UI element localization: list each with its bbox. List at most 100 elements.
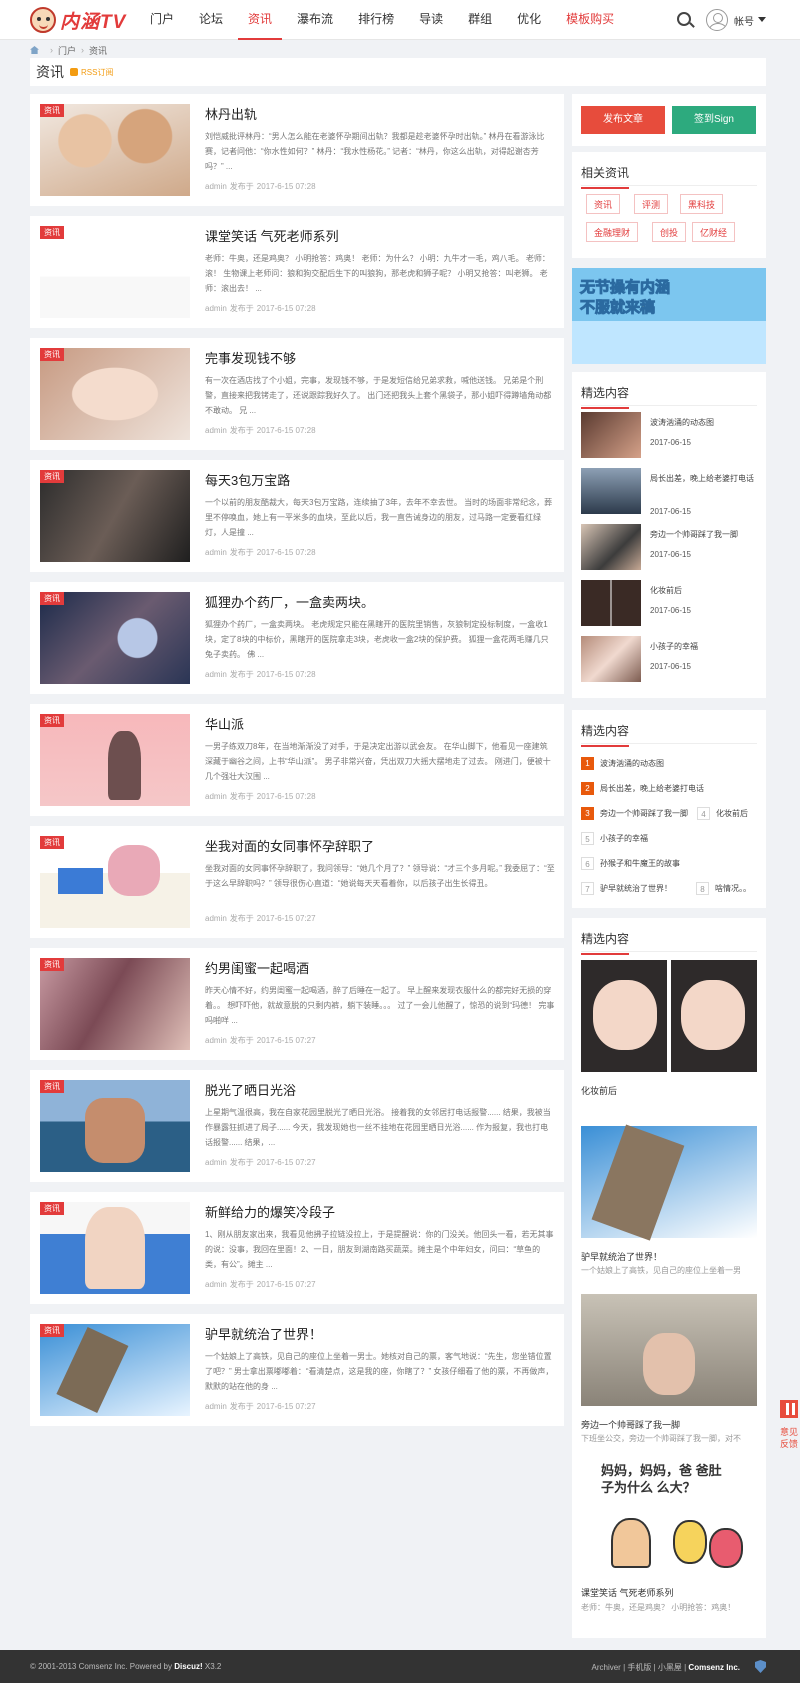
article-card[interactable]: 资讯 华山派 一男子练双刀8年，在当地渐渐没了对手，于是决定出游以武会友。 在华… [30, 704, 564, 816]
article-card[interactable]: 资讯 林丹出轨 刘恺威批评林丹：“男人怎么能在老婆怀孕期间出轨？我都是趁老婆怀孕… [30, 94, 564, 206]
pic-caption[interactable]: 驴早就统治了世界！ [581, 1250, 662, 1263]
article-thumbnail[interactable]: 资讯 [40, 1080, 190, 1172]
rank-item[interactable]: 啥情况。。 [715, 882, 751, 895]
post-article-button[interactable]: 发布文章 [581, 106, 665, 134]
pic-image[interactable] [581, 1126, 757, 1238]
company-link[interactable]: Comsenz Inc. [688, 1663, 740, 1672]
article-author[interactable]: admin [205, 426, 227, 435]
category-tag[interactable]: 资讯 [40, 1324, 64, 1337]
article-title[interactable]: 约男闺蜜一起喝酒 [205, 958, 309, 977]
article-thumbnail[interactable]: 资讯 [40, 1324, 190, 1416]
pick-title[interactable]: 化妆前后 [650, 584, 760, 597]
nav-waterfall[interactable]: 瀑布流 [287, 0, 343, 40]
article-card[interactable]: 资讯 课堂笑话 气死老师系列 老师：牛奥，还是鸡奥？ 小明抢答：鸡奥！ 老师：为… [30, 216, 564, 328]
article-title[interactable]: 驴早就统治了世界！ [205, 1324, 322, 1343]
article-thumbnail[interactable]: 资讯 [40, 104, 190, 196]
article-thumbnail[interactable]: 资讯 [40, 470, 190, 562]
rank-item[interactable]: 驴早就统治了世界！ [600, 882, 672, 895]
category-tag[interactable]: 资讯 [40, 104, 64, 117]
footer-link-group[interactable]: Archiver | 手机版 | 小黑屋 | [592, 1663, 687, 1672]
category-tag[interactable]: 资讯 [40, 1080, 64, 1093]
user-avatar-icon[interactable] [706, 9, 728, 31]
tag-chip[interactable]: 评测 [634, 194, 669, 214]
category-tag[interactable]: 资讯 [40, 226, 64, 239]
pic-caption[interactable]: 课堂笑话 气死老师系列 [581, 1586, 674, 1599]
article-title[interactable]: 完事发现钱不够 [205, 348, 296, 367]
article-card[interactable]: 资讯 狐狸办个药厂，一盒卖两块。 狐狸办个药厂，一盒卖两块。 老虎规定只能在黑瞎… [30, 582, 564, 694]
tag-chip[interactable]: 创投 [652, 222, 687, 242]
pick-thumbnail[interactable] [581, 636, 641, 682]
pick-thumbnail[interactable] [581, 524, 641, 570]
site-logo[interactable]: 内涵TV [30, 6, 126, 34]
search-icon[interactable] [677, 12, 691, 26]
article-thumbnail[interactable]: 资讯 [40, 592, 190, 684]
article-thumbnail[interactable]: 资讯 [40, 1202, 190, 1294]
pick-thumbnail[interactable] [581, 468, 641, 514]
article-author[interactable]: admin [205, 914, 227, 923]
account-menu[interactable]: 帐号 [734, 13, 754, 28]
category-tag[interactable]: 资讯 [40, 836, 64, 849]
feedback-button[interactable]: 意见反馈 [778, 1426, 800, 1450]
rank-item[interactable]: 孙猴子和牛魔王的故事 [600, 857, 680, 870]
rank-item[interactable]: 旁边一个帅哥踩了我一脚 [600, 807, 688, 820]
article-card[interactable]: 资讯 新鲜给力的爆笑冷段子 1、刚从朋友家出来，我看见他拂子拉链没拉上，于是提醒… [30, 1192, 564, 1304]
article-thumbnail[interactable]: 资讯 [40, 958, 190, 1050]
article-card[interactable]: 资讯 驴早就统治了世界！ 一个姑娘上了高铁，见自己的座位上坐着一男士。她核对自己… [30, 1314, 564, 1426]
nav-forum[interactable]: 论坛 [189, 0, 233, 40]
article-card[interactable]: 资讯 坐我对面的女同事怀孕辞职了 坐我对面的女同事怀孕辞职了，我问领导：“她几个… [30, 826, 564, 938]
pick-thumbnail[interactable] [581, 412, 641, 458]
nav-news[interactable]: 资讯 [238, 0, 283, 40]
pick-title[interactable]: 旁边一个帅哥踩了我一脚 [650, 528, 760, 541]
pick-title[interactable]: 小孩子的幸福 [650, 640, 760, 653]
rank-item[interactable]: 小孩子的幸福 [600, 832, 648, 845]
nav-groups[interactable]: 群组 [458, 0, 502, 40]
pic-caption[interactable]: 旁边一个帅哥踩了我一脚 [581, 1418, 680, 1431]
sign-in-button[interactable]: 签到Sign [672, 106, 756, 134]
article-thumbnail[interactable]: 资讯 [40, 226, 190, 318]
powered-by-link[interactable]: Discuz! [174, 1662, 202, 1671]
article-author[interactable]: admin [205, 792, 227, 801]
pic-image[interactable] [581, 1294, 757, 1406]
article-author[interactable]: admin [205, 1036, 227, 1045]
article-title[interactable]: 华山派 [205, 714, 244, 733]
article-thumbnail[interactable]: 资讯 [40, 348, 190, 440]
article-card[interactable]: 资讯 每天3包万宝路 一个以前的朋友酷裁大，每天3包万宝路，连续抽了3年，去年不… [30, 460, 564, 572]
tag-chip[interactable]: 亿财经 [692, 222, 736, 242]
pick-title[interactable]: 局长出差，晚上给老婆打电话 [650, 472, 760, 485]
article-card[interactable]: 资讯 约男闺蜜一起喝酒 昨天心情不好，约男闺蜜一起喝酒，醉了后睡在一起了。 早上… [30, 948, 564, 1060]
rank-item[interactable]: 波涛汹涌的动态图 [600, 757, 664, 770]
promo-banner[interactable]: 无节操有内涵 不服就来稿 [572, 268, 766, 364]
article-title[interactable]: 坐我对面的女同事怀孕辞职了 [205, 836, 374, 855]
category-tag[interactable]: 资讯 [40, 958, 64, 971]
category-tag[interactable]: 资讯 [40, 714, 64, 727]
pic-caption[interactable]: 化妆前后 [581, 1084, 617, 1097]
nav-portal[interactable]: 门户 [140, 0, 184, 40]
article-author[interactable]: admin [205, 304, 227, 313]
article-title[interactable]: 新鲜给力的爆笑冷段子 [205, 1202, 335, 1221]
pic-image[interactable]: 妈妈，妈妈，爸 爸肚子为什么 么大？ [581, 1458, 757, 1576]
article-thumbnail[interactable]: 资讯 [40, 714, 190, 806]
category-tag[interactable]: 资讯 [40, 1202, 64, 1215]
shield-icon[interactable] [755, 1660, 766, 1673]
chevron-down-icon[interactable] [758, 17, 766, 22]
nav-optimize[interactable]: 优化 [507, 0, 551, 40]
category-tag[interactable]: 资讯 [40, 348, 64, 361]
category-tag[interactable]: 资讯 [40, 592, 64, 605]
article-author[interactable]: admin [205, 1402, 227, 1411]
article-author[interactable]: admin [205, 1158, 227, 1167]
home-icon[interactable] [30, 46, 39, 54]
breadcrumb-news[interactable]: 资讯 [89, 44, 107, 57]
rss-icon[interactable] [70, 68, 78, 76]
category-tag[interactable]: 资讯 [40, 470, 64, 483]
tag-chip[interactable]: 资讯 [586, 194, 621, 214]
article-title[interactable]: 脱光了晒日光浴 [205, 1080, 296, 1099]
article-title[interactable]: 林丹出轨 [205, 104, 257, 123]
article-author[interactable]: admin [205, 548, 227, 557]
nav-guide[interactable]: 导读 [409, 0, 453, 40]
tag-chip[interactable]: 黑科技 [680, 194, 724, 214]
qr-code-icon[interactable] [780, 1400, 798, 1418]
nav-ranking[interactable]: 排行榜 [348, 0, 404, 40]
rank-item[interactable]: 局长出差，晚上给老婆打电话 [600, 782, 704, 795]
pick-thumbnail[interactable] [581, 580, 641, 626]
article-title[interactable]: 狐狸办个药厂，一盒卖两块。 [205, 592, 374, 611]
